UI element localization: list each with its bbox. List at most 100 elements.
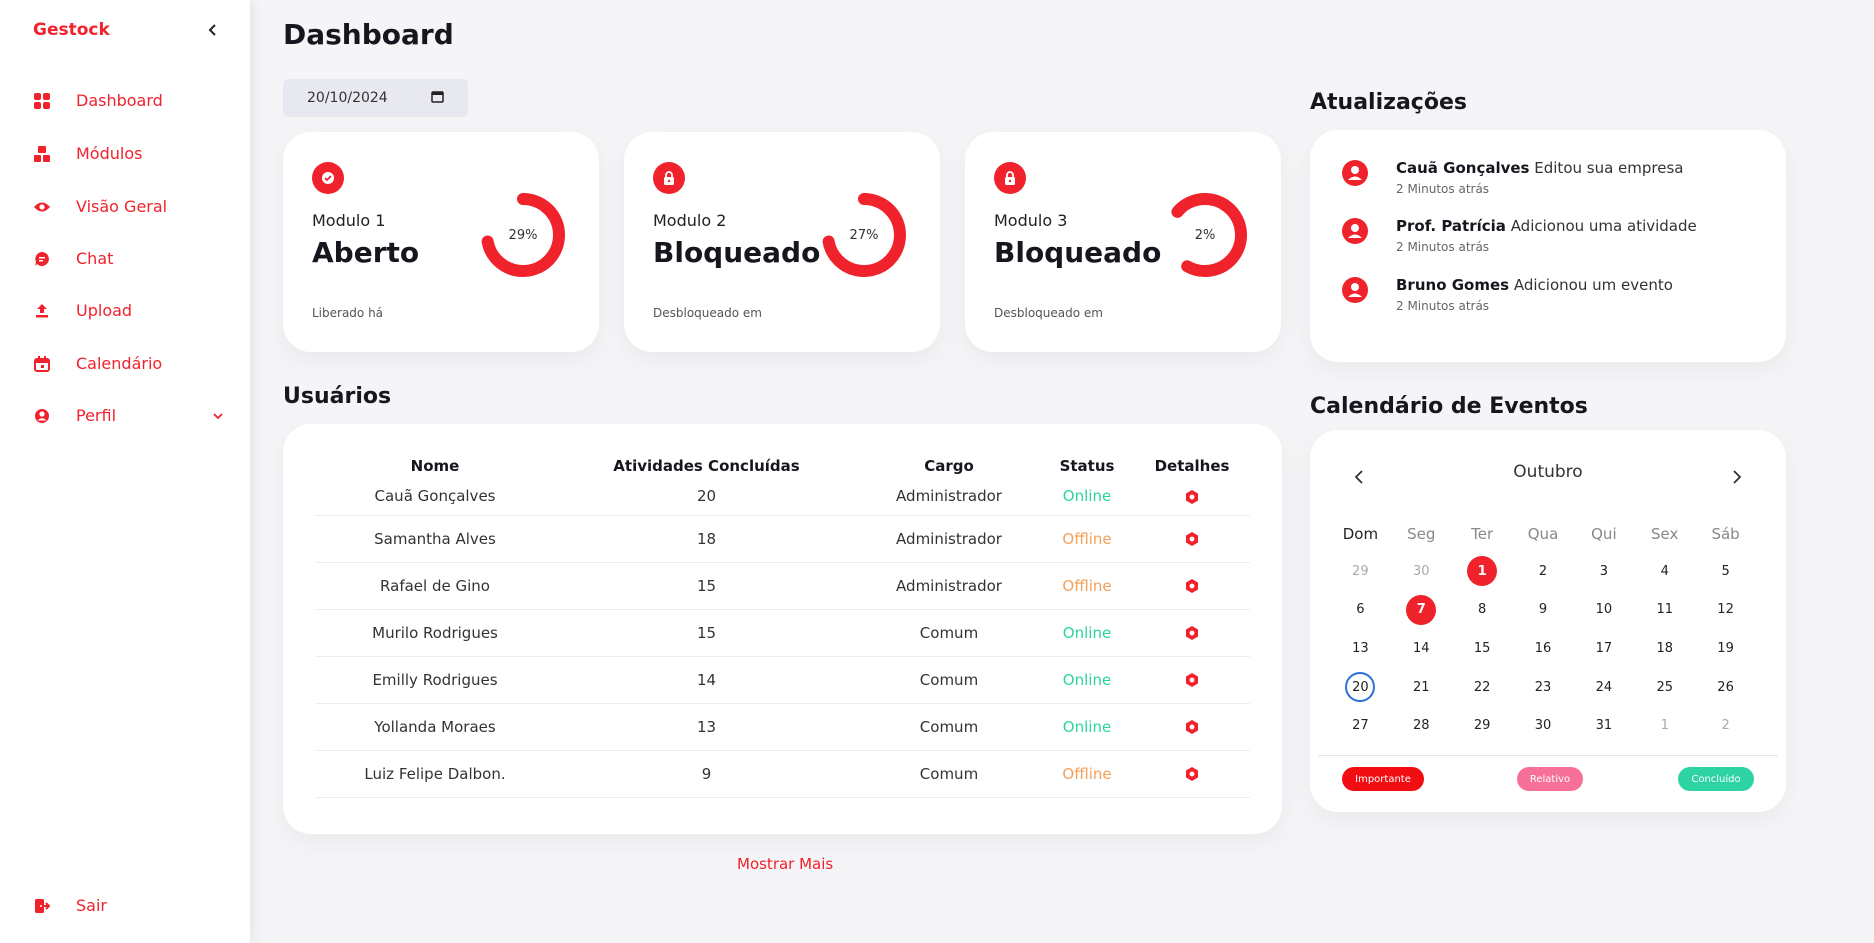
calendar-day[interactable]: 19 [1711, 633, 1741, 663]
calendar-day[interactable]: 18 [1650, 633, 1680, 663]
calendar-month: Outubro [1513, 462, 1583, 482]
column-header[interactable]: Cargo [858, 454, 1040, 478]
calendar-day[interactable]: 28 [1406, 711, 1436, 741]
column-header[interactable]: Atividades Concluídas [555, 454, 858, 478]
sidebar-item-chat[interactable]: Chat [33, 249, 223, 268]
column-header[interactable]: Nome [315, 454, 555, 478]
calendar-day[interactable]: 9 [1528, 595, 1558, 625]
details-hexagon-icon[interactable] [1184, 489, 1200, 505]
calendar-day[interactable]: 4 [1650, 556, 1680, 586]
sidebar-item-dashboard[interactable]: Dashboard [33, 91, 223, 110]
details-hexagon-icon[interactable] [1184, 672, 1200, 688]
calendar-day[interactable]: 17 [1589, 633, 1619, 663]
module-card-2[interactable]: Modulo 2 Bloqueado Desbloqueado em 27% [624, 132, 940, 352]
legend-importante[interactable]: Importante [1342, 767, 1424, 791]
details-hexagon-icon[interactable] [1184, 578, 1200, 594]
sidebar-item-calendario[interactable]: Calendário [33, 354, 223, 373]
legend-concluido[interactable]: Concluído [1678, 767, 1754, 791]
calendar-day[interactable]: 22 [1467, 672, 1497, 702]
calendar-day[interactable]: 21 [1406, 672, 1436, 702]
user-name: Murilo Rodrigues [315, 609, 555, 657]
calendar-day[interactable]: 7 [1406, 594, 1437, 625]
module-card-1[interactable]: Modulo 1 Aberto Liberado há 29% [283, 132, 599, 352]
sidebar-item-modulos[interactable]: Módulos [33, 144, 223, 163]
table-row[interactable]: Yollanda Moraes 13 Comum Online [315, 703, 1250, 751]
column-header[interactable]: Status [1040, 454, 1134, 478]
calendar-day[interactable]: 13 [1345, 633, 1375, 663]
date-picker-input[interactable]: 20/10/2024 [283, 79, 468, 117]
calendar-day[interactable]: 26 [1711, 672, 1741, 702]
calendar-day-cell: 29 [1452, 711, 1513, 741]
details-cell [1134, 478, 1250, 516]
details-hexagon-icon[interactable] [1184, 719, 1200, 735]
update-item[interactable]: Cauã Gonçalves Editou sua empresa 2 Minu… [1342, 159, 1683, 196]
calendar-day[interactable]: 6 [1345, 595, 1375, 625]
calendar-day[interactable]: 27 [1345, 711, 1375, 741]
update-item[interactable]: Prof. Patrícia Adicionou uma atividade 2… [1342, 217, 1697, 254]
calendar-day[interactable]: 1 [1467, 556, 1498, 587]
calendar-day[interactable]: 2 [1528, 556, 1558, 586]
calendar-day[interactable]: 14 [1406, 633, 1436, 663]
calendar-day[interactable]: 25 [1650, 672, 1680, 702]
user-status: Online [1040, 703, 1134, 751]
calendar-icon[interactable] [431, 90, 444, 107]
users-table-card: Nome Atividades Concluídas Cargo Status … [283, 424, 1282, 834]
calendar-day-cell: 10 [1573, 595, 1634, 625]
logout-button[interactable]: Sair [33, 896, 223, 915]
calendar-day[interactable]: 23 [1528, 672, 1558, 702]
sidebar-item-upload[interactable]: Upload [33, 301, 223, 320]
user-activities: 15 [555, 609, 858, 657]
collapse-sidebar-button[interactable] [208, 21, 218, 42]
calendar-day[interactable]: 3 [1589, 556, 1619, 586]
calendar-day[interactable]: 12 [1711, 595, 1741, 625]
sidebar: Gestock Dashboard Módulos Visão Geral Ch… [0, 0, 250, 943]
table-row[interactable]: Rafael de Gino 15 Administrador Offline [315, 562, 1250, 610]
table-row[interactable]: Murilo Rodrigues 15 Comum Online [315, 609, 1250, 657]
calendar-day[interactable]: 10 [1589, 595, 1619, 625]
legend-relativo[interactable]: Relativo [1517, 767, 1583, 791]
calendar-grid: Dom Seg Ter Qua Qui Sex Sáb 29 30 1 2 3 4 5 6 7 8 9 10 11 12… [1330, 516, 1756, 745]
calendar-day[interactable]: 5 [1711, 556, 1741, 586]
weekday-label: Sáb [1711, 525, 1740, 543]
table-row[interactable]: Emilly Rodrigues 14 Comum Online [315, 656, 1250, 704]
lock-icon [994, 162, 1026, 194]
calendar-day[interactable]: 2 [1711, 711, 1741, 741]
calendar-day[interactable]: 8 [1467, 595, 1497, 625]
calendar-day-cell: 28 [1391, 711, 1452, 741]
module-footer: Desbloqueado em [653, 306, 762, 320]
calendar-day[interactable]: 11 [1650, 595, 1680, 625]
calendar-day[interactable]: 1 [1650, 711, 1680, 741]
table-row[interactable]: Luiz Felipe Dalbon. 9 Comum Offline [315, 750, 1250, 798]
details-hexagon-icon[interactable] [1184, 766, 1200, 782]
calendar-day[interactable]: 31 [1589, 711, 1619, 741]
show-more-link[interactable]: Mostrar Mais [737, 855, 833, 873]
update-item[interactable]: Bruno Gomes Adicionou um evento 2 Minuto… [1342, 276, 1673, 313]
chevron-right-icon [1733, 470, 1742, 484]
calendar-day[interactable]: 29 [1345, 556, 1375, 586]
next-month-button[interactable] [1732, 466, 1742, 490]
sidebar-item-label: Calendário [76, 354, 163, 373]
calendar-day-cell: 26 [1695, 672, 1756, 702]
calendar-day-cell: 7 [1391, 594, 1452, 625]
calendar-day[interactable]: 30 [1528, 711, 1558, 741]
calendar-day[interactable]: 15 [1467, 633, 1497, 663]
table-row[interactable]: Samantha Alves 18 Administrador Offline [315, 515, 1250, 563]
sidebar-item-perfil[interactable]: Perfil [33, 406, 223, 425]
calendar-day-cell: 17 [1573, 633, 1634, 663]
details-hexagon-icon[interactable] [1184, 531, 1200, 547]
details-cell [1134, 515, 1250, 563]
table-row[interactable]: Cauã Gonçalves 20 Administrador Online [315, 478, 1250, 516]
calendar-day[interactable]: 29 [1467, 711, 1497, 741]
calendar-day[interactable]: 24 [1589, 672, 1619, 702]
user-status: Online [1040, 478, 1134, 516]
calendar-day[interactable]: 16 [1528, 633, 1558, 663]
column-header[interactable]: Detalhes [1134, 454, 1250, 478]
details-hexagon-icon[interactable] [1184, 625, 1200, 641]
logout-label: Sair [76, 896, 107, 915]
calendar-day[interactable]: 30 [1406, 556, 1436, 586]
module-card-3[interactable]: Modulo 3 Bloqueado Desbloqueado em 2% [965, 132, 1281, 352]
calendar-day-cell: 3 [1573, 556, 1634, 586]
calendar-day[interactable]: 20 [1345, 672, 1376, 703]
sidebar-item-visao-geral[interactable]: Visão Geral [33, 197, 223, 216]
user-role: Comum [858, 609, 1040, 657]
